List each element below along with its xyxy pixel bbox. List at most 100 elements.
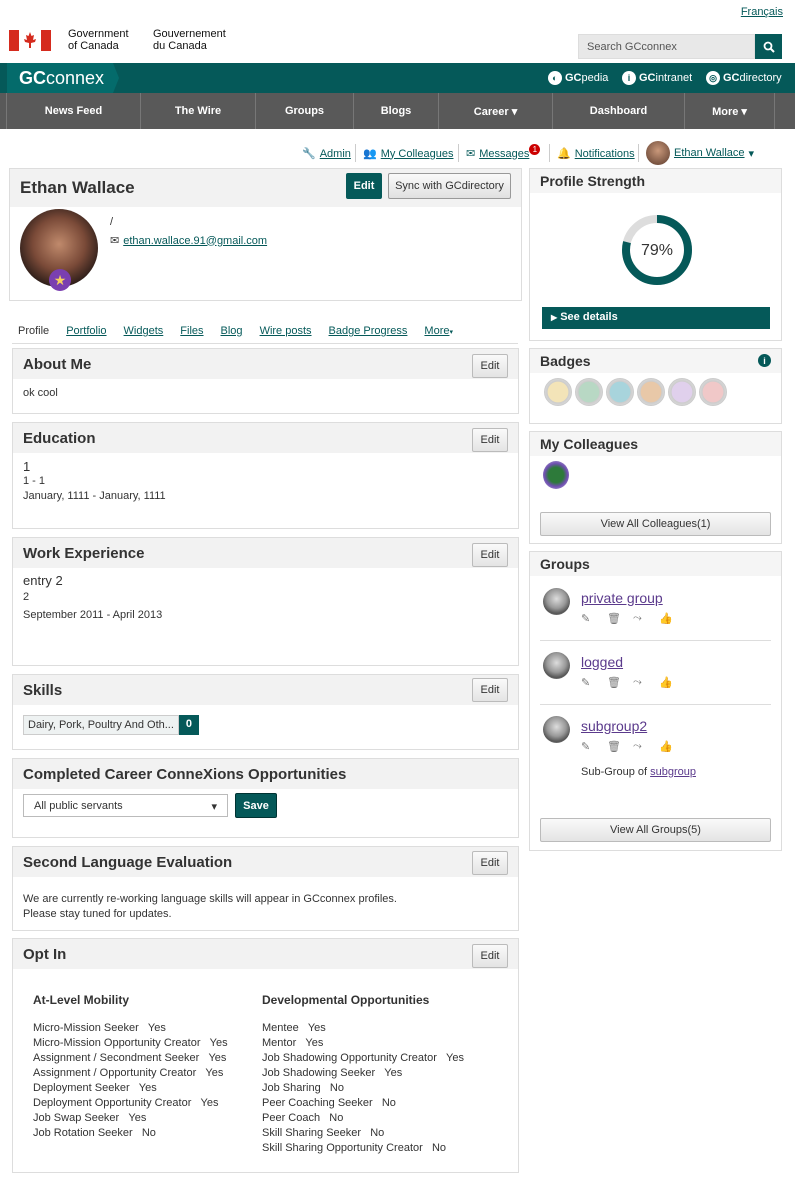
like-icon[interactable]: 👍 <box>659 740 673 753</box>
tab-profile[interactable]: Profile <box>18 325 49 337</box>
profile-card: Ethan Wallace Edit Sync with GCdirectory… <box>9 168 522 301</box>
view-all-colleagues-button[interactable]: View All Colleagues(1) <box>540 512 771 536</box>
badge-icon[interactable] <box>544 378 572 406</box>
section-title: Second Language Evaluation <box>13 847 518 877</box>
career-visibility-select[interactable]: All public servants ▾ <box>23 794 228 817</box>
tab-files[interactable]: Files <box>180 325 203 337</box>
tab-wire-posts[interactable]: Wire posts <box>260 325 312 337</box>
skills-edit-button[interactable]: Edit <box>472 678 508 702</box>
opt-in-section: Opt In Edit At-Level Mobility Micro-Miss… <box>12 938 519 1173</box>
career-save-button[interactable]: Save <box>235 793 277 818</box>
caret-right-icon: ▶ <box>551 313 558 322</box>
profile-tabs: Profile Portfolio Widgets Files Blog Wir… <box>18 325 470 337</box>
group-name-link[interactable]: logged <box>581 654 623 670</box>
education-dates: January, 1111 - January, 1111 <box>23 490 166 502</box>
skill-tag[interactable]: Dairy, Pork, Poultry And Oth... 0 <box>23 715 200 735</box>
developmental-opportunities: Developmental Opportunities Mentee Yes Me… <box>262 993 464 1154</box>
gcdirectory-link[interactable]: ◎ GC directory <box>706 71 782 85</box>
nav-blogs[interactable]: Blogs <box>354 93 439 129</box>
badge-icon[interactable] <box>699 378 727 406</box>
opt-in-row: Peer Coaching Seeker No <box>262 1097 396 1109</box>
profile-email-link[interactable]: ethan.wallace.91@gmail.com <box>123 235 267 247</box>
language-edit-button[interactable]: Edit <box>472 851 508 875</box>
trash-icon[interactable]: 🗑 <box>607 740 621 753</box>
badge-icon[interactable] <box>606 378 634 406</box>
caret-down-icon: ▾ <box>211 801 217 813</box>
language-note: We are currently re-working language ski… <box>23 893 397 905</box>
profile-strength-section: Profile Strength 79% ▶ See details <box>529 168 782 341</box>
gcpedia-link[interactable]: ◐ GC pedia <box>548 71 608 85</box>
group-avatar[interactable] <box>543 588 570 615</box>
like-icon[interactable]: 👍 <box>659 612 673 625</box>
user-menu[interactable]: Ethan Wallace ▾ <box>646 141 754 165</box>
section-title: Skills <box>13 675 518 705</box>
badge-icon[interactable] <box>668 378 696 406</box>
about-edit-button[interactable]: Edit <box>472 354 508 378</box>
nav-the-wire[interactable]: The Wire <box>141 93 256 129</box>
share-icon[interactable]: ⤳ <box>633 612 647 624</box>
my-colleagues-link[interactable]: 👥 My Colleagues <box>363 147 453 161</box>
edit-icon[interactable]: ✎ <box>581 676 595 689</box>
badge-icon[interactable] <box>575 378 603 406</box>
caret-down-icon: ▾ <box>449 329 453 336</box>
badge-icon[interactable] <box>637 378 665 406</box>
profile-email-row: ✉ ethan.wallace.91@gmail.com <box>110 234 267 248</box>
second-language-section: Second Language Evaluation Edit We are c… <box>12 846 519 931</box>
nav-dashboard[interactable]: Dashboard <box>553 93 685 129</box>
info-icon[interactable]: i <box>758 354 771 367</box>
opt-in-row: Mentee Yes <box>262 1022 326 1034</box>
profile-edit-button[interactable]: Edit <box>346 173 382 199</box>
language-note-2: Please stay tuned for updates. <box>23 908 172 920</box>
edit-icon[interactable]: ✎ <box>581 740 595 753</box>
gcpedia-icon: ◐ <box>548 71 562 85</box>
colleague-avatar[interactable] <box>543 461 569 489</box>
tab-widgets[interactable]: Widgets <box>124 325 164 337</box>
view-all-groups-button[interactable]: View All Groups(5) <box>540 818 771 842</box>
caret-down-icon: ▾ <box>748 147 755 160</box>
section-title: Groups <box>530 552 781 576</box>
parent-group-link[interactable]: subgroup <box>650 766 696 778</box>
education-section: Education Edit 1 1 - 1 January, 1111 - J… <box>12 422 519 529</box>
education-edit-button[interactable]: Edit <box>472 428 508 452</box>
optin-edit-button[interactable]: Edit <box>472 944 508 968</box>
tab-portfolio[interactable]: Portfolio <box>66 325 106 337</box>
gcintranet-link[interactable]: i GC intranet <box>622 71 692 85</box>
trash-icon[interactable]: 🗑 <box>607 676 621 689</box>
search-button[interactable] <box>755 34 782 59</box>
profile-strength-percent: 79% <box>640 242 674 259</box>
tab-more[interactable]: More▾ <box>424 325 453 337</box>
messages-count-badge: 1 <box>529 144 541 155</box>
opt-in-row: Assignment / Opportunity Creator Yes <box>33 1067 224 1079</box>
group-name-link[interactable]: private group <box>581 590 663 606</box>
trash-icon[interactable]: 🗑 <box>607 612 621 625</box>
tab-blog[interactable]: Blog <box>221 325 243 337</box>
nav-news-feed[interactable]: News Feed <box>7 93 141 129</box>
envelope-icon: ✉ <box>466 148 476 160</box>
group-avatar[interactable] <box>543 652 570 679</box>
like-icon[interactable]: 👍 <box>659 676 673 689</box>
notifications-link[interactable]: 🔔 Notifications <box>557 147 635 161</box>
gcconnex-logo[interactable]: GCconnex <box>7 63 119 93</box>
nav-groups[interactable]: Groups <box>256 93 354 129</box>
share-icon[interactable]: ⤳ <box>633 676 647 688</box>
section-title: Work Experience <box>13 538 518 568</box>
nav-career[interactable]: Career ▾ <box>439 93 553 129</box>
group-avatar[interactable] <box>543 716 570 743</box>
envelope-icon: ✉ <box>110 235 120 247</box>
see-details-button[interactable]: ▶ See details <box>542 307 770 329</box>
language-toggle-link[interactable]: Français <box>741 6 783 18</box>
nav-more[interactable]: More ▾ <box>685 93 775 129</box>
sync-gcdirectory-button[interactable]: Sync with GCdirectory <box>388 173 511 199</box>
share-icon[interactable]: ⤳ <box>633 740 647 752</box>
about-me-section: About Me Edit ok cool <box>12 348 519 414</box>
messages-link[interactable]: ✉ Messages 1 <box>466 144 541 160</box>
edit-icon[interactable]: ✎ <box>581 612 595 625</box>
group-name-link[interactable]: subgroup2 <box>581 718 647 734</box>
about-text: ok cool <box>23 387 58 399</box>
admin-link[interactable]: 🔧 Admin <box>302 147 351 161</box>
tab-badge-progress[interactable]: Badge Progress <box>329 325 408 337</box>
work-experience-section: Work Experience Edit entry 2 2 September… <box>12 537 519 666</box>
opt-in-row: Job Rotation Seeker No <box>33 1127 156 1139</box>
work-edit-button[interactable]: Edit <box>472 543 508 567</box>
search-input[interactable]: Search GCconnex <box>578 34 755 59</box>
